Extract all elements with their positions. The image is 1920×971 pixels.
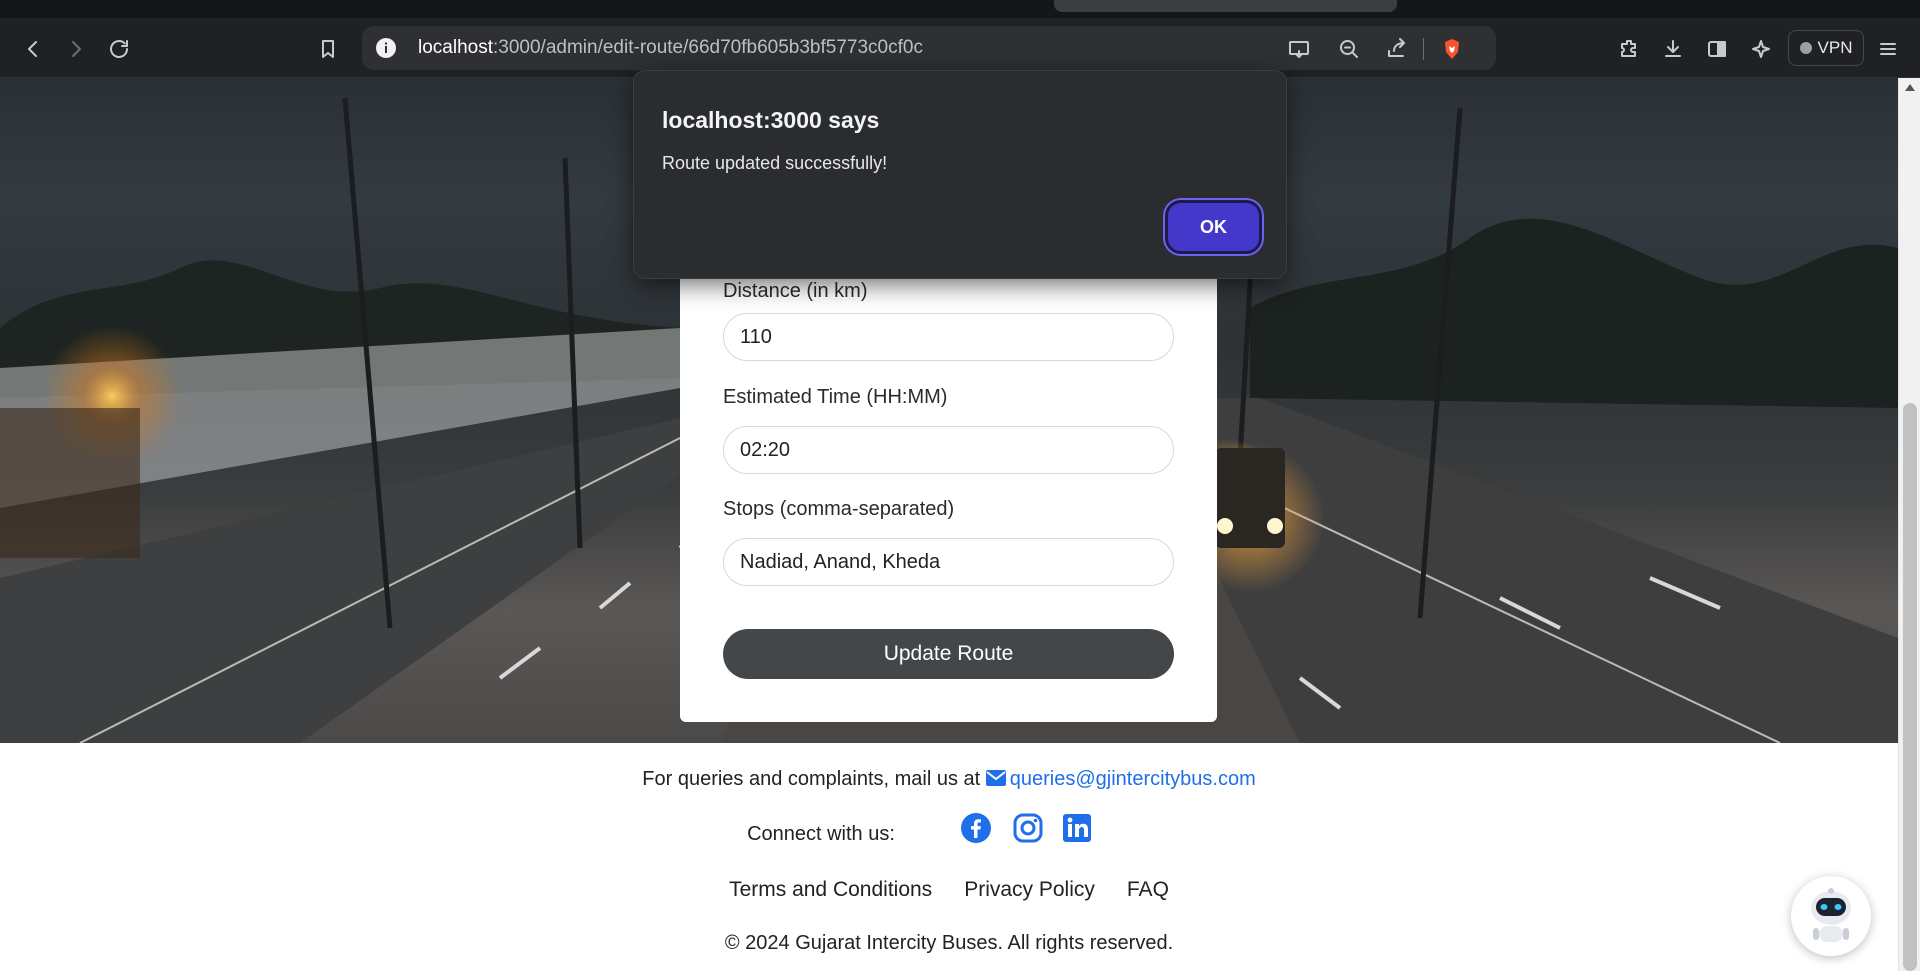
chatbot-button[interactable]: [1791, 876, 1871, 956]
dialog-message: Route updated successfully!: [662, 153, 888, 173]
zoom-icon[interactable]: [1334, 34, 1364, 64]
mail-link[interactable]: queries@gjintercitybus.com: [1010, 768, 1256, 790]
menu-icon[interactable]: [1871, 32, 1905, 66]
vpn-status-icon: [1799, 42, 1812, 54]
site-info-icon[interactable]: [374, 36, 398, 60]
brave-shield-icon[interactable]: [1437, 34, 1467, 64]
sidebar-icon[interactable]: [1700, 32, 1734, 66]
scrollbar-thumb[interactable]: [1903, 403, 1917, 971]
instagram-icon[interactable]: [1012, 812, 1044, 849]
leo-ai-icon[interactable]: [1744, 32, 1778, 66]
robot-icon: [1811, 888, 1851, 942]
share-icon[interactable]: [1382, 34, 1412, 64]
ok-button[interactable]: OK: [1165, 200, 1262, 254]
distance-input[interactable]: 110: [723, 313, 1174, 361]
footer-links: Terms and Conditions Privacy Policy FAQ: [0, 878, 1898, 902]
dialog-title: localhost:3000 says: [662, 107, 880, 133]
footer-mail-line: For queries and complaints, mail us at q…: [0, 768, 1898, 791]
page-scrollbar[interactable]: [1898, 78, 1920, 971]
linkedin-icon[interactable]: [1061, 812, 1093, 849]
address-bar[interactable]: localhost:3000/admin/edit-route/66d70fb6…: [362, 26, 1496, 70]
stops-input[interactable]: Nadiad, Anand, Kheda: [723, 538, 1174, 586]
connect-text: Connect with us:: [747, 823, 895, 845]
estimated-time-input[interactable]: 02:20: [723, 426, 1174, 474]
update-route-button[interactable]: Update Route: [723, 629, 1174, 679]
reload-icon[interactable]: [102, 32, 136, 66]
alert-dialog: localhost:3000 says Route updated succes…: [633, 70, 1287, 279]
back-icon[interactable]: [16, 32, 50, 66]
stops-label: Stops (comma-separated): [723, 498, 955, 520]
bookmark-icon[interactable]: [311, 32, 345, 66]
facebook-icon[interactable]: [960, 812, 992, 849]
active-tab[interactable]: [1054, 0, 1397, 12]
forward-icon[interactable]: [59, 32, 93, 66]
mail-text: For queries and complaints, mail us at: [642, 768, 981, 790]
scroll-up-icon[interactable]: [1905, 84, 1915, 91]
privacy-link[interactable]: Privacy Policy: [964, 878, 1095, 902]
envelope-icon: [985, 770, 1006, 786]
divider: [1423, 38, 1424, 60]
extensions-icon[interactable]: [1612, 32, 1646, 66]
download-icon[interactable]: [1656, 32, 1690, 66]
terms-link[interactable]: Terms and Conditions: [729, 878, 932, 902]
vpn-button[interactable]: VPN: [1788, 30, 1864, 66]
edit-route-form: Distance (in km) 110 Estimated Time (HH:…: [680, 278, 1217, 722]
copyright: © 2024 Gujarat Intercity Buses. All righ…: [724, 932, 1174, 954]
vpn-label: VPN: [1817, 38, 1853, 57]
browser-toolbar: localhost:3000/admin/edit-route/66d70fb6…: [0, 18, 1920, 78]
tab-strip: [0, 0, 1920, 18]
faq-link[interactable]: FAQ: [1127, 878, 1169, 902]
url-text[interactable]: localhost:3000/admin/edit-route/66d70fb6…: [418, 37, 923, 59]
estimated-time-label: Estimated Time (HH:MM): [723, 386, 948, 408]
cast-icon[interactable]: [1284, 34, 1314, 64]
distance-label: Distance (in km): [723, 280, 868, 302]
